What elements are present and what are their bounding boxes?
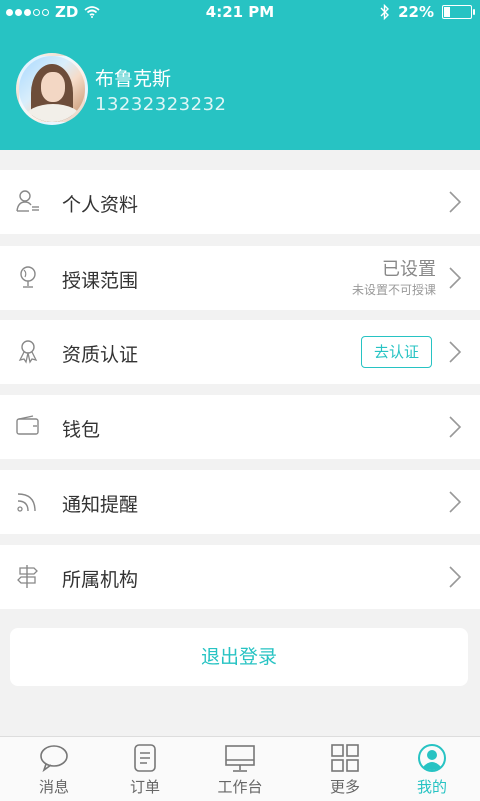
battery-icon [442, 5, 475, 19]
tab-workbench[interactable]: 工作台 [192, 737, 288, 801]
tab-mine[interactable]: 我的 [384, 737, 480, 801]
user-profile-icon [16, 190, 39, 212]
teaching-scope-value: 已设置 [382, 259, 436, 280]
tab-label-workbench: 工作台 [217, 778, 263, 796]
user-name: 布鲁克斯 [95, 68, 172, 90]
tab-label-mine: 我的 [416, 778, 447, 796]
teaching-scope-note: 未设置不可授课 [351, 283, 436, 297]
tab-more[interactable]: 更多 [297, 737, 393, 801]
wallet-icon [16, 415, 39, 435]
bluetooth-icon [380, 4, 390, 20]
profile-header: ZD 4:21 PM 22% 布鲁克斯 13232323232 [0, 0, 480, 150]
user-circle-icon [418, 744, 446, 772]
tab-bar: 消息 订单 工作台 更多 我的 [0, 736, 480, 801]
menu-item-certification[interactable]: 资质认证 去认证 [0, 320, 480, 384]
chevron-right-icon [449, 416, 462, 438]
grid-icon [331, 744, 359, 772]
avatar[interactable] [16, 53, 88, 125]
tab-label-orders: 订单 [129, 778, 160, 796]
chevron-right-icon [449, 566, 462, 588]
menu-label-notifications: 通知提醒 [62, 494, 139, 516]
tab-label-messages: 消息 [38, 778, 69, 796]
menu-item-notifications[interactable]: 通知提醒 [0, 470, 480, 534]
chevron-right-icon [449, 341, 462, 363]
battery-percent: 22% [398, 3, 434, 21]
menu-item-wallet[interactable]: 钱包 [0, 395, 480, 459]
menu-label-teaching-scope: 授课范围 [62, 270, 139, 292]
chat-icon [40, 745, 68, 773]
globe-icon [20, 266, 36, 288]
user-phone: 13232323232 [95, 94, 227, 115]
tab-orders[interactable]: 订单 [97, 737, 193, 801]
go-certify-button[interactable]: 去认证 [360, 336, 432, 368]
menu-item-profile[interactable]: 个人资料 [0, 170, 480, 234]
teaching-scope-status: 已设置 未设置不可授课 [352, 260, 436, 298]
monitor-icon [225, 745, 255, 772]
menu-label-certification: 资质认证 [62, 344, 139, 366]
menu-label-wallet: 钱包 [62, 419, 101, 441]
award-icon [18, 340, 38, 364]
logout-button[interactable]: 退出登录 [10, 628, 468, 686]
menu-label-institution: 所属机构 [62, 569, 139, 591]
tab-label-more: 更多 [329, 778, 360, 796]
chevron-right-icon [449, 491, 462, 513]
chevron-right-icon [449, 267, 462, 289]
rss-icon [17, 493, 36, 512]
tab-messages[interactable]: 消息 [6, 737, 102, 801]
status-right: 22% [380, 3, 475, 21]
status-bar: ZD 4:21 PM 22% [0, 0, 480, 24]
document-icon [134, 744, 156, 772]
signpost-icon [17, 565, 38, 588]
chevron-right-icon [449, 191, 462, 213]
menu-item-institution[interactable]: 所属机构 [0, 545, 480, 609]
menu-label-profile: 个人资料 [62, 194, 139, 216]
menu-item-teaching-scope[interactable]: 授课范围 已设置 未设置不可授课 [0, 246, 480, 310]
